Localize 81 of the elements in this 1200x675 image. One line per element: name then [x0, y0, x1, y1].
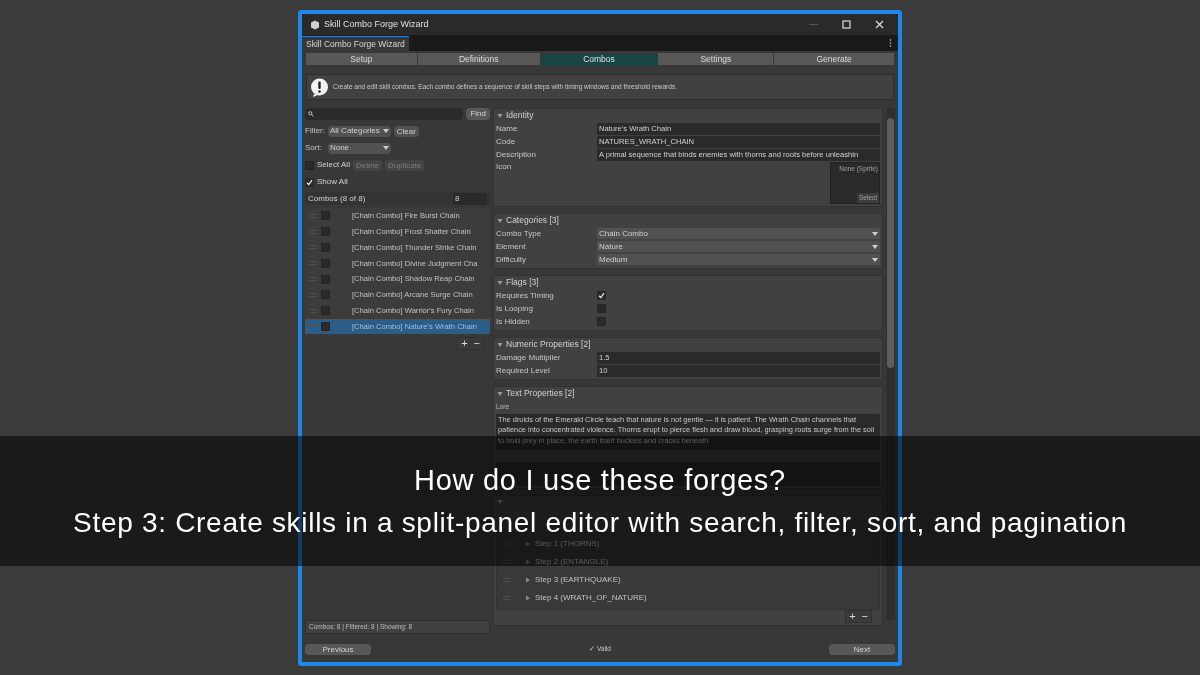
collapse-caret-icon[interactable] — [497, 341, 503, 348]
field-label: Damage Multiplier — [496, 351, 562, 364]
checkbox[interactable] — [321, 290, 330, 300]
clear-button[interactable]: Clear — [393, 125, 419, 137]
field-label: Is Looping — [496, 302, 534, 315]
field-label: Element — [496, 240, 527, 253]
dropdown[interactable]: Medium — [597, 254, 880, 265]
previous-button[interactable]: Previous — [305, 643, 371, 655]
add-button[interactable]: + — [461, 338, 468, 350]
add-button[interactable]: + — [849, 610, 856, 622]
field-label: Required Level — [496, 364, 551, 377]
section-title: Text Properties [2] — [506, 387, 575, 400]
maximize-icon[interactable] — [842, 20, 851, 29]
collapse-caret-icon[interactable] — [497, 217, 503, 224]
tab[interactable]: Setup — [306, 53, 417, 65]
section-title: Identity — [506, 109, 534, 122]
step-item[interactable]: Step 4 (WRATH_OF_NATURE) — [535, 591, 647, 604]
collapse-caret-icon[interactable] — [497, 112, 503, 119]
checkbox[interactable] — [597, 317, 606, 326]
filter-dropdown[interactable]: All Categories — [328, 125, 391, 137]
window-title: Skill Combo Forge Wizard — [324, 17, 429, 31]
sort-label: Sort: — [305, 142, 322, 154]
page-size-field[interactable]: 8 — [453, 192, 487, 205]
field-label: Code — [496, 135, 517, 148]
remove-button[interactable]: − — [861, 610, 868, 622]
search-field[interactable] — [305, 108, 464, 120]
dropdown-caret-icon — [382, 129, 389, 133]
field-label: Icon — [496, 161, 513, 173]
field-label: Difficulty — [496, 253, 528, 266]
expand-caret-icon[interactable] — [525, 558, 531, 565]
dropdown-caret-icon — [872, 257, 878, 262]
expand-caret-icon[interactable] — [525, 594, 531, 601]
checkbox[interactable] — [321, 321, 330, 331]
collapse-caret-icon[interactable] — [497, 279, 503, 286]
document-tab[interactable]: Skill Combo Forge Wizard — [302, 36, 409, 51]
warning-icon — [310, 77, 329, 97]
checkbox[interactable] — [305, 177, 314, 187]
next-button[interactable]: Next — [829, 643, 895, 655]
expand-caret-icon[interactable] — [525, 540, 531, 547]
list-count: Combos (8 of 8) — [308, 192, 366, 205]
field-label: Description — [496, 148, 537, 161]
remove-button[interactable]: − — [473, 338, 480, 350]
field-label: Is Hidden — [496, 315, 531, 328]
show-all-label: Show All — [317, 176, 348, 188]
dropdown-caret-icon — [872, 231, 878, 236]
checkbox[interactable] — [321, 306, 330, 316]
dropdown-caret-icon — [872, 244, 878, 249]
collapse-caret-icon[interactable] — [497, 499, 503, 506]
collapse-caret-icon[interactable] — [497, 390, 503, 397]
step-item[interactable]: Step 3 (EARTHQUAKE) — [535, 573, 621, 586]
section-title: Categories [3] — [506, 214, 559, 227]
dropdown-caret-icon — [382, 146, 389, 150]
filter-label: Filter: — [305, 125, 325, 137]
sort-dropdown[interactable]: None — [327, 142, 391, 154]
app-icon — [310, 19, 320, 30]
drag-handle-icon[interactable] — [309, 324, 317, 329]
tab[interactable]: Combos — [540, 53, 658, 65]
close-icon[interactable] — [875, 20, 884, 29]
expand-caret-icon[interactable] — [525, 576, 531, 583]
section-title: Flags [3] — [506, 276, 539, 289]
section-title: Numeric Properties [2] — [506, 338, 591, 351]
tab[interactable]: Settings — [658, 53, 774, 65]
tab[interactable]: Definitions — [417, 53, 540, 65]
more-options-icon[interactable] — [889, 39, 892, 47]
dropdown[interactable]: Chain Combo — [597, 228, 880, 239]
field-label: Requires Timing — [496, 289, 555, 302]
dropdown[interactable]: Nature — [597, 241, 880, 252]
find-button[interactable]: Find — [466, 108, 490, 120]
search-icon — [308, 111, 314, 117]
checkbox[interactable] — [321, 243, 330, 252]
select-all-label: Select All — [317, 159, 350, 171]
checkbox[interactable] — [321, 274, 330, 284]
checkbox[interactable] — [321, 258, 330, 268]
checkbox[interactable] — [321, 211, 330, 221]
checkbox[interactable] — [321, 227, 330, 237]
field-label: Name — [496, 122, 519, 135]
field-label: Combo Type — [496, 227, 543, 240]
caption-subtitle: Step 3: Create skills in a split-panel editor with search, filter, sort, and pagination — [73, 508, 1127, 537]
tab[interactable]: Generate — [774, 53, 894, 65]
checkbox[interactable] — [597, 304, 606, 313]
caption-title: How do I use these forges? — [414, 465, 786, 495]
